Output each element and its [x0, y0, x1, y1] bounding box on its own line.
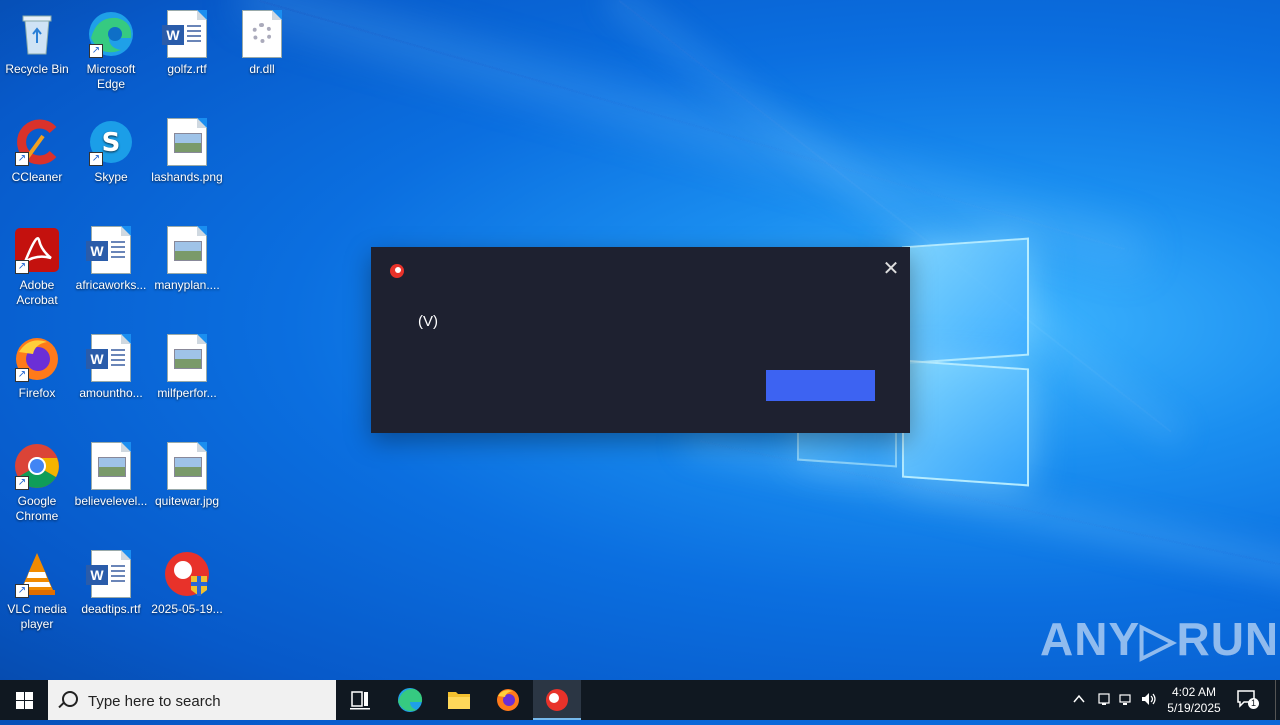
desktop-icon-google-chrome[interactable]: ↗ Google Chrome [0, 436, 74, 524]
desktop-icon-vlc[interactable]: ↗ VLC media player [0, 544, 74, 632]
desktop-icon-firefox[interactable]: ↗ Firefox [0, 328, 74, 401]
light-beam [259, 0, 1126, 250]
app-logo-icon [546, 689, 568, 711]
system-tray [1068, 680, 1156, 720]
recycle-bin-icon [13, 10, 61, 58]
firefox-icon: ↗ [13, 334, 61, 382]
word-document-icon: W [86, 550, 135, 598]
search-input[interactable] [86, 690, 330, 712]
taskbar-edge[interactable] [386, 680, 434, 720]
task-view-button[interactable] [336, 680, 384, 720]
close-icon[interactable]: ✕ [881, 259, 901, 279]
desktop-icon-dr-dll[interactable]: dr.dll [225, 4, 299, 77]
desktop-icon-microsoft-edge[interactable]: ↗ Microsoft Edge [74, 4, 148, 92]
desktop-icon-ccleaner[interactable]: ↗ CCleaner [0, 112, 74, 185]
anyrun-watermark: ANY▷RUN [1040, 613, 1280, 665]
word-document-icon: W [86, 334, 135, 382]
network-icon[interactable] [1118, 691, 1134, 710]
image-file-icon [163, 442, 211, 490]
chrome-icon: ↗ [13, 442, 61, 490]
desktop-icon-adobe-acrobat[interactable]: ↗ Adobe Acrobat [0, 220, 74, 308]
desktop-icon-milfperfor[interactable]: milfperfor... [150, 328, 224, 401]
taskbar-file-explorer[interactable] [435, 680, 483, 720]
desktop-icon-deadtips-rtf[interactable]: W deadtips.rtf [74, 544, 148, 617]
word-document-icon: W [162, 10, 211, 58]
desktop-icon-lashands-png[interactable]: lashands.png [150, 112, 224, 185]
desktop-icon-africaworks[interactable]: W africaworks... [74, 220, 148, 293]
edge-icon: ↗ [87, 10, 135, 58]
folder-icon [448, 692, 470, 709]
desktop-icon-golfz-rtf[interactable]: W golfz.rtf [150, 4, 224, 77]
taskbar-search[interactable] [48, 680, 336, 720]
firefox-icon [497, 689, 519, 711]
desktop-icon-manyplan[interactable]: manyplan.... [150, 220, 224, 293]
dll-file-icon [238, 10, 286, 58]
desktop-icon-recycle-bin[interactable]: Recycle Bin [0, 4, 74, 77]
notification-center-button[interactable]: 1 [1236, 689, 1259, 709]
word-document-icon: W [86, 226, 135, 274]
image-file-icon [87, 442, 135, 490]
image-file-icon [163, 118, 211, 166]
taskbar-firefox[interactable] [484, 680, 532, 720]
task-view-icon [350, 691, 370, 710]
start-button[interactable] [0, 680, 48, 720]
chevron-up-icon[interactable] [1072, 692, 1086, 709]
image-file-icon [163, 334, 211, 382]
show-desktop-button[interactable] [1275, 680, 1276, 720]
desktop-icon-quitewar-jpg[interactable]: quitewar.jpg [150, 436, 224, 509]
svg-text:S: S [102, 128, 121, 158]
dialog-primary-button[interactable] [766, 370, 875, 401]
image-file-icon [163, 226, 211, 274]
taskbar: 4:02 AM 5/19/2025 1 [0, 680, 1280, 720]
desktop-icon-amountho[interactable]: W amountho... [74, 328, 148, 401]
desktop-icon-believelevel[interactable]: believelevel... [74, 436, 148, 509]
acrobat-icon: ↗ [13, 226, 61, 274]
taskbar-clock[interactable]: 4:02 AM 5/19/2025 [1160, 684, 1228, 716]
edge-icon [398, 688, 423, 712]
volume-icon[interactable] [1140, 691, 1158, 710]
clock-date: 5/19/2025 [1167, 701, 1221, 715]
desktop-icon-skype[interactable]: S ↗ Skype [74, 112, 148, 185]
installer-app-icon [163, 550, 211, 598]
dialog-message: (V) [418, 313, 438, 330]
vlc-icon: ↗ [13, 550, 61, 598]
ccleaner-icon: ↗ [13, 118, 61, 166]
search-icon [62, 691, 78, 707]
clock-time: 4:02 AM [1171, 685, 1217, 699]
skype-icon: S ↗ [87, 118, 135, 166]
app-dialog: ✕ (V) [371, 247, 910, 433]
device-icon[interactable] [1096, 691, 1112, 710]
app-logo-icon [390, 264, 404, 278]
notification-count: 1 [1248, 698, 1259, 709]
taskbar-active-app[interactable] [533, 680, 581, 720]
desktop-icon-2025-05-19[interactable]: 2025-05-19... [150, 544, 224, 617]
